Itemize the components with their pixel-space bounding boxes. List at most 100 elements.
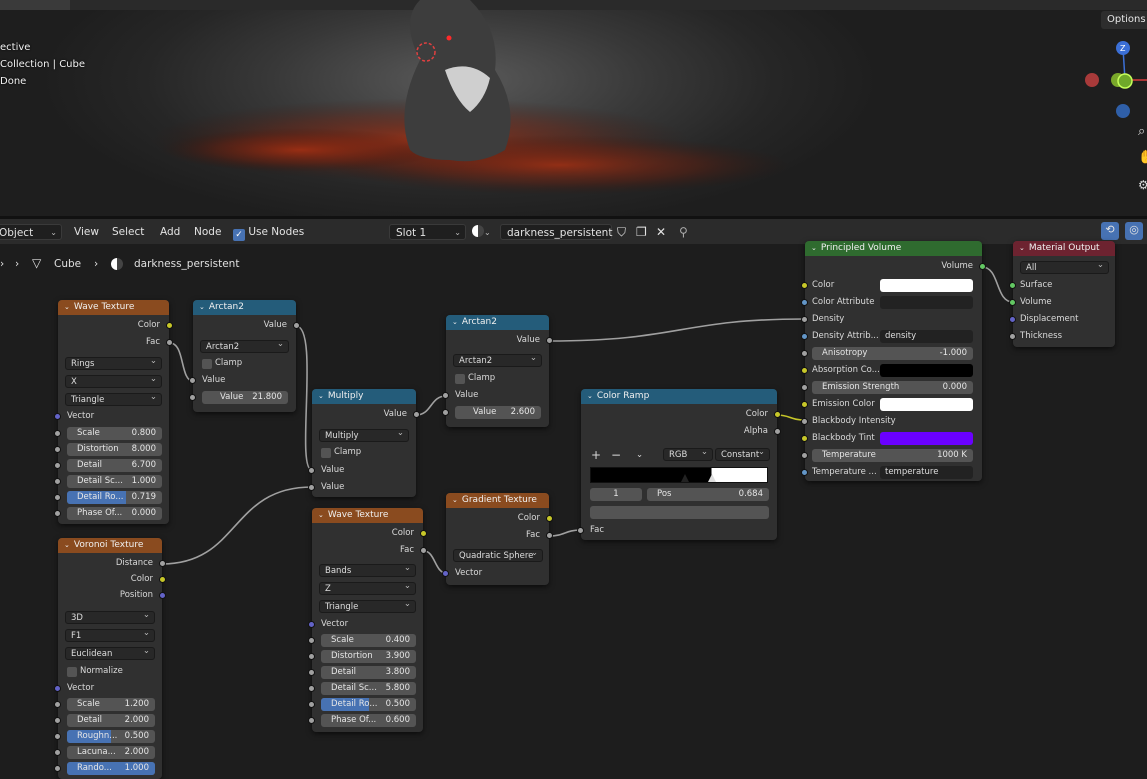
output-fac-socket[interactable] [546,532,553,539]
input-socket[interactable] [54,446,61,453]
pin-icon[interactable]: ⚲ [679,224,688,240]
use-nodes-toggle[interactable]: ✓ Use Nodes [233,224,304,241]
input-socket[interactable] [308,653,315,660]
input-value-socket[interactable] [189,377,196,384]
input-socket[interactable] [189,394,196,401]
anisotropy-field[interactable]: Anisotropy -1.000 [812,347,973,360]
gradient-texture-node[interactable]: ⌄ Gradient Texture Color Fac Quadratic Sp… [442,493,553,585]
dimensions-dropdown[interactable]: 3D [65,609,155,624]
material-browse-button[interactable]: ⌄ [472,224,500,240]
color-swatch[interactable] [880,279,973,292]
output-volume-socket[interactable] [979,263,986,270]
input-socket[interactable] [308,685,315,692]
arctan2-node[interactable]: ⌄Arctan2 Value Arctan2 Clamp Value Value… [189,300,300,412]
input-socket[interactable] [308,717,315,724]
input-socket[interactable] [54,462,61,469]
input-color-attr-socket[interactable] [801,299,808,306]
input-blackbody-tint-socket[interactable] [801,435,808,442]
scale-field[interactable]: Scale 1.200 [67,698,155,711]
neg-x-axis-icon[interactable] [1085,73,1099,87]
detail-scale-field[interactable]: Detail Sc... 1.000 [67,475,162,488]
output-distance-socket[interactable] [159,560,166,567]
overlay-icon[interactable]: ◎ [1125,222,1143,240]
collapse-chevron-icon[interactable]: ⌄ [452,318,458,326]
output-fac-socket[interactable] [166,339,173,346]
menu-view[interactable]: View [74,224,99,240]
voronoi-texture-node[interactable]: ⌄ Voronoi Texture Distance Color Position… [54,538,166,779]
color-ramp-node[interactable]: ⌄Color Ramp Color Alpha + − ⌄ RGB Consta… [577,389,781,540]
output-fac-socket[interactable] [420,547,427,554]
collapse-chevron-icon[interactable]: ⌄ [64,541,70,549]
collapse-chevron-icon[interactable]: ⌄ [587,392,593,400]
collapse-chevron-icon[interactable]: ⌄ [318,511,324,519]
input-vector-socket[interactable] [308,621,315,628]
camera-icon[interactable]: ⚙ [1138,178,1147,192]
input-socket[interactable] [54,765,61,772]
stop-color-swatch[interactable] [590,506,769,519]
unlink-material-close-icon[interactable]: ✕ [656,224,666,240]
input-socket[interactable] [308,637,315,644]
input-socket[interactable] [308,701,315,708]
math-operation-dropdown[interactable]: Arctan2 [453,352,542,367]
input-density-attr-socket[interactable] [801,333,808,340]
clamp-checkbox[interactable] [321,448,331,458]
input-temperature-attr-socket[interactable] [801,469,808,476]
input-color-socket[interactable] [801,282,808,289]
node-header[interactable]: ⌄ Multiply [312,389,416,404]
output-position-socket[interactable] [159,592,166,599]
input-socket[interactable] [54,478,61,485]
duplicate-material-icon[interactable]: ❐ [636,224,647,240]
interpolation-dropdown[interactable]: Constant [715,446,770,461]
add-stop-plus-icon[interactable]: + [591,449,601,462]
distortion-field[interactable]: Distortion 3.900 [321,650,416,663]
input-vector-socket[interactable] [54,685,61,692]
input-density-socket[interactable] [801,316,808,323]
input-socket[interactable] [54,430,61,437]
y-axis-icon[interactable] [1117,73,1133,89]
node-header[interactable]: ⌄ Arctan2 [446,315,549,330]
roughness-field[interactable]: Roughn... 0.500 [67,730,155,743]
temperature-field[interactable]: Temperature 1000 K [812,449,973,462]
color-stop-handle[interactable] [681,474,689,482]
value-field[interactable]: Value 21.800 [202,391,288,404]
clamp-checkbox[interactable] [455,374,465,384]
snap-icon[interactable]: ⟲ [1101,222,1119,240]
scale-field[interactable]: Scale 0.400 [321,634,416,647]
color-attr-field[interactable] [880,296,973,309]
input-blackbody-intensity-socket[interactable] [801,418,808,425]
neg-z-axis-icon[interactable] [1116,104,1130,118]
input-vector-socket[interactable] [442,570,449,577]
output-alpha-socket[interactable] [774,428,781,435]
stop-index-field[interactable]: 1 [590,488,642,501]
input-value-socket[interactable] [308,484,315,491]
input-socket[interactable] [442,409,449,416]
arctan2-node[interactable]: ⌄Arctan2 Value Arctan2 Clamp Value Value… [442,315,553,427]
render-target-dropdown[interactable]: All [1020,259,1109,274]
detail-roughness-field[interactable]: Detail Ro... 0.719 [67,491,162,504]
ramp-menu-chevron-icon[interactable]: ⌄ [636,449,643,462]
wave-texture-node[interactable]: ⌄Wave Texture Color Fac Bands Z Triangle… [308,508,427,732]
slot-dropdown[interactable]: Slot 1 ⌄ [389,224,466,240]
collapse-chevron-icon[interactable]: ⌄ [64,303,70,311]
wave-type-dropdown[interactable]: Rings [65,355,162,370]
menu-select[interactable]: Select [112,224,144,240]
node-header[interactable]: ⌄ Wave Texture [312,508,423,523]
3d-viewport[interactable]: ective Collection | Cube Done Options Z … [0,0,1147,216]
output-color-socket[interactable] [420,530,427,537]
options-button[interactable]: Options [1101,11,1147,29]
navigation-gizmo[interactable]: Z [1080,38,1147,128]
material-name-field[interactable]: darkness_persistent [500,224,612,240]
wave-profile-dropdown[interactable]: Triangle [65,391,162,406]
menu-node[interactable]: Node [194,224,221,240]
output-value-socket[interactable] [546,337,553,344]
output-color-socket[interactable] [546,515,553,522]
output-value-socket[interactable] [293,322,300,329]
input-volume-socket[interactable] [1009,299,1016,306]
input-value-socket[interactable] [308,467,315,474]
multiply-node[interactable]: ⌄Multiply Value Multiply Clamp Value Val… [308,389,420,497]
node-header[interactable]: ⌄ Gradient Texture [446,493,549,508]
output-color-socket[interactable] [166,322,173,329]
fake-user-shield-icon[interactable]: ⛉ [617,224,626,240]
clamp-checkbox[interactable] [202,359,212,369]
collapse-chevron-icon[interactable]: ⌄ [318,392,324,400]
